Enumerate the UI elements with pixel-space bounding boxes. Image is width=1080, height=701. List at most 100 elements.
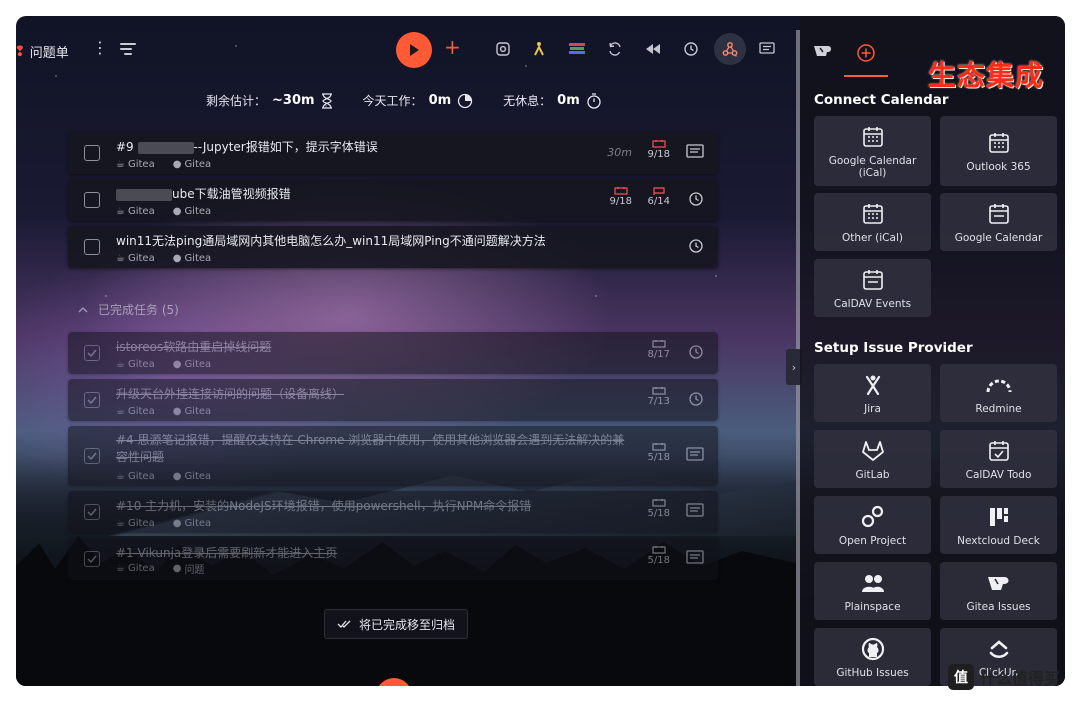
calendar-icon — [652, 340, 666, 348]
tile-github-issues[interactable]: GitHub Issues — [814, 628, 931, 686]
tile-label: GitHub Issues — [836, 666, 909, 679]
calendar-icon — [652, 140, 666, 148]
jira-icon — [862, 372, 884, 398]
task-checkbox[interactable] — [84, 145, 100, 161]
done-task-item[interactable]: #10 主力机，安装的NodeJS环境报错，使用powershell，执行NPM… — [68, 491, 718, 533]
emoji-icon: ● — [172, 563, 182, 574]
tile-plainspace[interactable]: Plainspace — [814, 562, 931, 620]
tile-caldav-todo[interactable]: CalDAV Todo — [940, 430, 1057, 488]
calendar-icon — [652, 443, 666, 451]
archive-done-button[interactable]: 将已完成移至归档 — [324, 609, 469, 639]
calendar-icon — [862, 267, 884, 293]
github-icon — [861, 636, 885, 662]
focus-icon[interactable] — [492, 38, 514, 60]
notes-icon[interactable] — [686, 144, 704, 164]
done-task-item[interactable]: #4 思源笔记报错，提醒仅支持在 Chrome 浏览器中使用，使用其他浏览器会遇… — [68, 426, 718, 486]
task-title[interactable]: ube下载油管视频报错 — [116, 185, 291, 202]
task-title[interactable]: #1 Vikunja登录后需要刷新才能进入主页 — [116, 544, 337, 561]
task-title[interactable]: 升级天台外挂连接访问的问题（设备离线） — [116, 385, 344, 402]
gitlab-icon — [861, 438, 885, 464]
done-tasks-label: 已完成任务 (5) — [98, 303, 179, 317]
tile-jira[interactable]: Jira — [814, 364, 931, 422]
tile-gitea-issues[interactable]: Gitea Issues — [940, 562, 1057, 620]
tag-gitea-project: ● Gitea — [172, 406, 212, 417]
task-tags: ☕ Gitea ● Gitea — [116, 159, 211, 170]
deck-icon — [988, 504, 1010, 530]
tile-caldav-events[interactable]: CalDAV Events — [814, 259, 931, 317]
play-button[interactable] — [396, 32, 432, 68]
task-title[interactable]: win11无法ping通局域网内其他电脑怎么办_win11局域网Ping不通问题… — [116, 232, 546, 249]
notes-icon[interactable] — [756, 38, 778, 60]
tile-label: Open Project — [838, 534, 907, 547]
notes-icon[interactable] — [686, 503, 704, 523]
task-tags: ☕ Gitea ● 问题 — [116, 561, 204, 576]
task-checkbox[interactable] — [84, 192, 100, 208]
tab-add-integration[interactable] — [856, 43, 876, 67]
done-tasks-toggle[interactable]: 已完成任务 (5) — [78, 301, 179, 318]
tab-gitea[interactable] — [812, 43, 834, 63]
tile-label: Redmine — [975, 402, 1022, 415]
done-task-item[interactable]: istoreos软路由重启掉线问题 ☕ Gitea ● Gitea 8/17 — [68, 332, 718, 374]
task-checkbox-checked[interactable] — [84, 392, 100, 408]
calendar-icon — [652, 546, 666, 554]
rewind-icon[interactable] — [642, 38, 664, 60]
time-estimate: 30m — [607, 146, 632, 159]
tag-gitea: ☕ Gitea — [116, 359, 155, 370]
task-checkbox[interactable] — [84, 239, 100, 255]
task-title[interactable]: #9 --Jupyter报错如下，提示字体错误 — [116, 138, 378, 155]
tile-label: Plainspace — [844, 600, 901, 613]
project-menu-icon[interactable]: ⋮ — [92, 38, 108, 57]
tag-gitea: ☕ Gitea — [116, 406, 155, 417]
integrations-icon[interactable] — [714, 33, 746, 65]
tile-label: Google Calendar (iCal) — [828, 154, 917, 179]
tag-gitea-project: ● Gitea — [172, 159, 212, 170]
task-item[interactable]: win11无法ping通局域网内其他电脑怎么办_win11局域网Ping不通问题… — [68, 226, 718, 268]
project-color-dot: ❢ — [16, 43, 26, 60]
tile-google-calendar-ical[interactable]: Google Calendar (iCal) — [814, 116, 931, 186]
planned-date: 7/13 — [648, 387, 670, 407]
tile-nextcloud-deck[interactable]: Nextcloud Deck — [940, 496, 1057, 554]
task-checkbox-checked[interactable] — [84, 504, 100, 520]
menu-toggle-icon[interactable] — [120, 40, 136, 58]
notes-icon[interactable] — [686, 447, 704, 467]
task-title[interactable]: #4 思源笔记报错，提醒仅支持在 Chrome 浏览器中使用，使用其他浏览器会遇… — [116, 432, 636, 466]
task-title[interactable]: istoreos软路由重启掉线问题 — [116, 338, 271, 355]
tag-gitea: ☕ Gitea — [116, 518, 155, 529]
repeat-icon[interactable] — [688, 391, 704, 411]
task-checkbox-checked[interactable] — [84, 551, 100, 567]
tile-label: CalDAV Todo — [965, 468, 1032, 481]
done-task-item[interactable]: 升级天台外挂连接访问的问题（设备离线） ☕ Gitea ● Gitea 7/13 — [68, 379, 718, 421]
task-item[interactable]: ube下载油管视频报错 ☕ Gitea ● Gitea 9/18 6/14 — [68, 179, 718, 221]
task-checkbox-checked[interactable] — [84, 448, 100, 464]
project-title[interactable]: ❢ 问题单 — [16, 42, 69, 62]
tag-gitea: ☕ Gitea — [116, 253, 155, 264]
repeat-icon[interactable] — [688, 238, 704, 258]
dot-icon: ● — [172, 518, 182, 529]
tile-google-calendar[interactable]: Google Calendar — [940, 193, 1057, 251]
books-icon[interactable] — [566, 38, 588, 60]
gitea-icon — [814, 46, 831, 56]
add-task-button[interactable]: + — [444, 37, 461, 57]
tile-gitlab[interactable]: GitLab — [814, 430, 931, 488]
today-work-value: 0m — [428, 93, 452, 108]
tile-open-project[interactable]: Open Project — [814, 496, 931, 554]
task-title[interactable]: #10 主力机，安装的NodeJS环境报错，使用powershell，执行NPM… — [116, 497, 531, 514]
done-task-item[interactable]: #1 Vikunja登录后需要刷新才能进入主页 ☕ Gitea ● 问题 5/18 — [68, 538, 718, 580]
tag-project: ● 问题 — [172, 563, 205, 576]
tag-gitea-project: ● Gitea — [172, 206, 212, 217]
repeat-icon[interactable] — [688, 344, 704, 364]
notes-icon[interactable] — [686, 550, 704, 570]
tile-outlook-365[interactable]: Outlook 365 — [940, 116, 1057, 186]
plugin-jira-icon[interactable] — [528, 38, 550, 60]
archive-done-label: 将已完成移至归档 — [359, 617, 456, 632]
gitea-icon: ☕ — [116, 159, 125, 170]
clock-icon[interactable] — [680, 38, 702, 60]
task-item[interactable]: #9 --Jupyter报错如下，提示字体错误 ☕ Gitea ● Gitea 30… — [68, 132, 718, 174]
sync-icon[interactable] — [604, 38, 626, 60]
redacted-text — [116, 188, 172, 201]
task-checkbox-checked[interactable] — [84, 345, 100, 361]
tile-other-ical[interactable]: Other (iCal) — [814, 193, 931, 251]
tile-redmine[interactable]: Redmine — [940, 364, 1057, 422]
calendar-grid-icon — [862, 201, 884, 227]
repeat-icon[interactable] — [688, 191, 704, 211]
